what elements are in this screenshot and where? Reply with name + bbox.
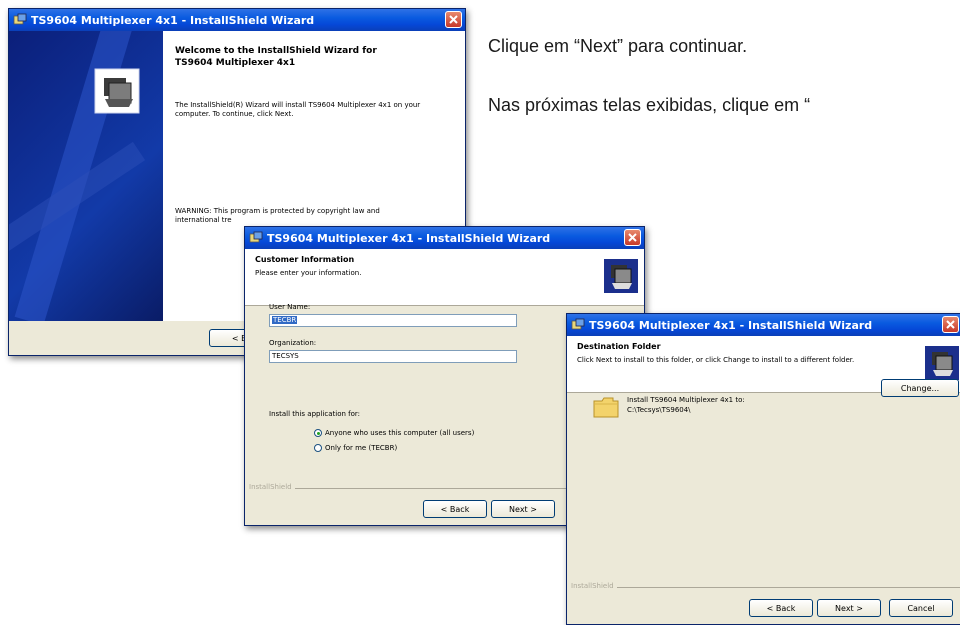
titlebar[interactable]: TS9604 Multiplexer 4x1 - InstallShield W… xyxy=(245,227,644,249)
close-icon xyxy=(628,233,637,242)
warning-line2: international tre xyxy=(175,216,232,224)
header-band: Customer Information Please enter your i… xyxy=(245,249,644,306)
installer-icon xyxy=(249,231,263,243)
welcome-heading-line1: Welcome to the InstallShield Wizard for xyxy=(175,46,377,56)
next-button[interactable]: Next > xyxy=(817,599,881,617)
destination-folder-window: TS9604 Multiplexer 4x1 - InstallShield W… xyxy=(566,313,960,625)
page-subtitle: Click Next to install to this folder, or… xyxy=(577,356,855,364)
organization-input[interactable]: TECSYS xyxy=(269,350,517,363)
close-button[interactable] xyxy=(942,316,959,333)
welcome-heading-line2: TS9604 Multiplexer 4x1 xyxy=(175,58,296,68)
back-button[interactable]: < Back xyxy=(423,500,487,518)
banner-graphic xyxy=(9,31,146,321)
radio-only-me[interactable] xyxy=(314,444,322,452)
radio-only-me-label[interactable]: Only for me (TECBR) xyxy=(325,444,397,452)
side-banner xyxy=(9,31,163,321)
user-name-input[interactable]: TECBR xyxy=(269,314,517,327)
folder-icon xyxy=(593,397,619,418)
installer-logo-icon xyxy=(925,346,959,380)
titlebar[interactable]: TS9604 Multiplexer 4x1 - InstallShield W… xyxy=(9,9,465,31)
cancel-button[interactable]: Cancel xyxy=(889,599,953,617)
installer-icon xyxy=(571,318,585,330)
welcome-body: The InstallShield(R) Wizard will install… xyxy=(175,101,421,118)
next-button[interactable]: Next > xyxy=(491,500,555,518)
page-subtitle: Please enter your information. xyxy=(255,269,362,277)
install-to-label: Install TS9604 Multiplexer 4x1 to: xyxy=(627,396,745,404)
change-button[interactable]: Change... xyxy=(881,379,959,397)
organization-label: Organization: xyxy=(269,339,317,347)
close-button[interactable] xyxy=(624,229,641,246)
close-button[interactable] xyxy=(445,11,462,28)
user-name-value: TECBR xyxy=(272,316,298,324)
installer-icon xyxy=(13,13,27,25)
warning-line1: WARNING: This program is protected by co… xyxy=(175,207,380,215)
page-title: Destination Folder xyxy=(577,342,661,351)
close-icon xyxy=(946,320,955,329)
instruction-text-1: Clique em “Next” para continuar. xyxy=(488,36,748,56)
installshield-brand: InstallShield xyxy=(249,483,292,491)
footer-divider xyxy=(617,587,960,588)
user-name-label: User Name: xyxy=(269,303,311,311)
installer-logo-icon xyxy=(604,259,638,293)
instruction-text-2: Nas próximas telas exibidas, clique em “ xyxy=(488,95,811,115)
close-icon xyxy=(449,15,458,24)
radio-all-users[interactable] xyxy=(314,429,322,437)
installshield-brand: InstallShield xyxy=(571,582,614,590)
back-button[interactable]: < Back xyxy=(749,599,813,617)
window-title: TS9604 Multiplexer 4x1 - InstallShield W… xyxy=(589,318,873,332)
destination-path: C:\Tecsys\TS9604\ xyxy=(627,406,691,414)
window-title: TS9604 Multiplexer 4x1 - InstallShield W… xyxy=(267,231,551,245)
titlebar[interactable]: TS9604 Multiplexer 4x1 - InstallShield W… xyxy=(567,314,960,336)
window-title: TS9604 Multiplexer 4x1 - InstallShield W… xyxy=(31,13,315,27)
radio-all-users-label[interactable]: Anyone who uses this computer (all users… xyxy=(325,429,474,437)
install-for-label: Install this application for: xyxy=(269,410,360,418)
page-title: Customer Information xyxy=(255,255,355,264)
